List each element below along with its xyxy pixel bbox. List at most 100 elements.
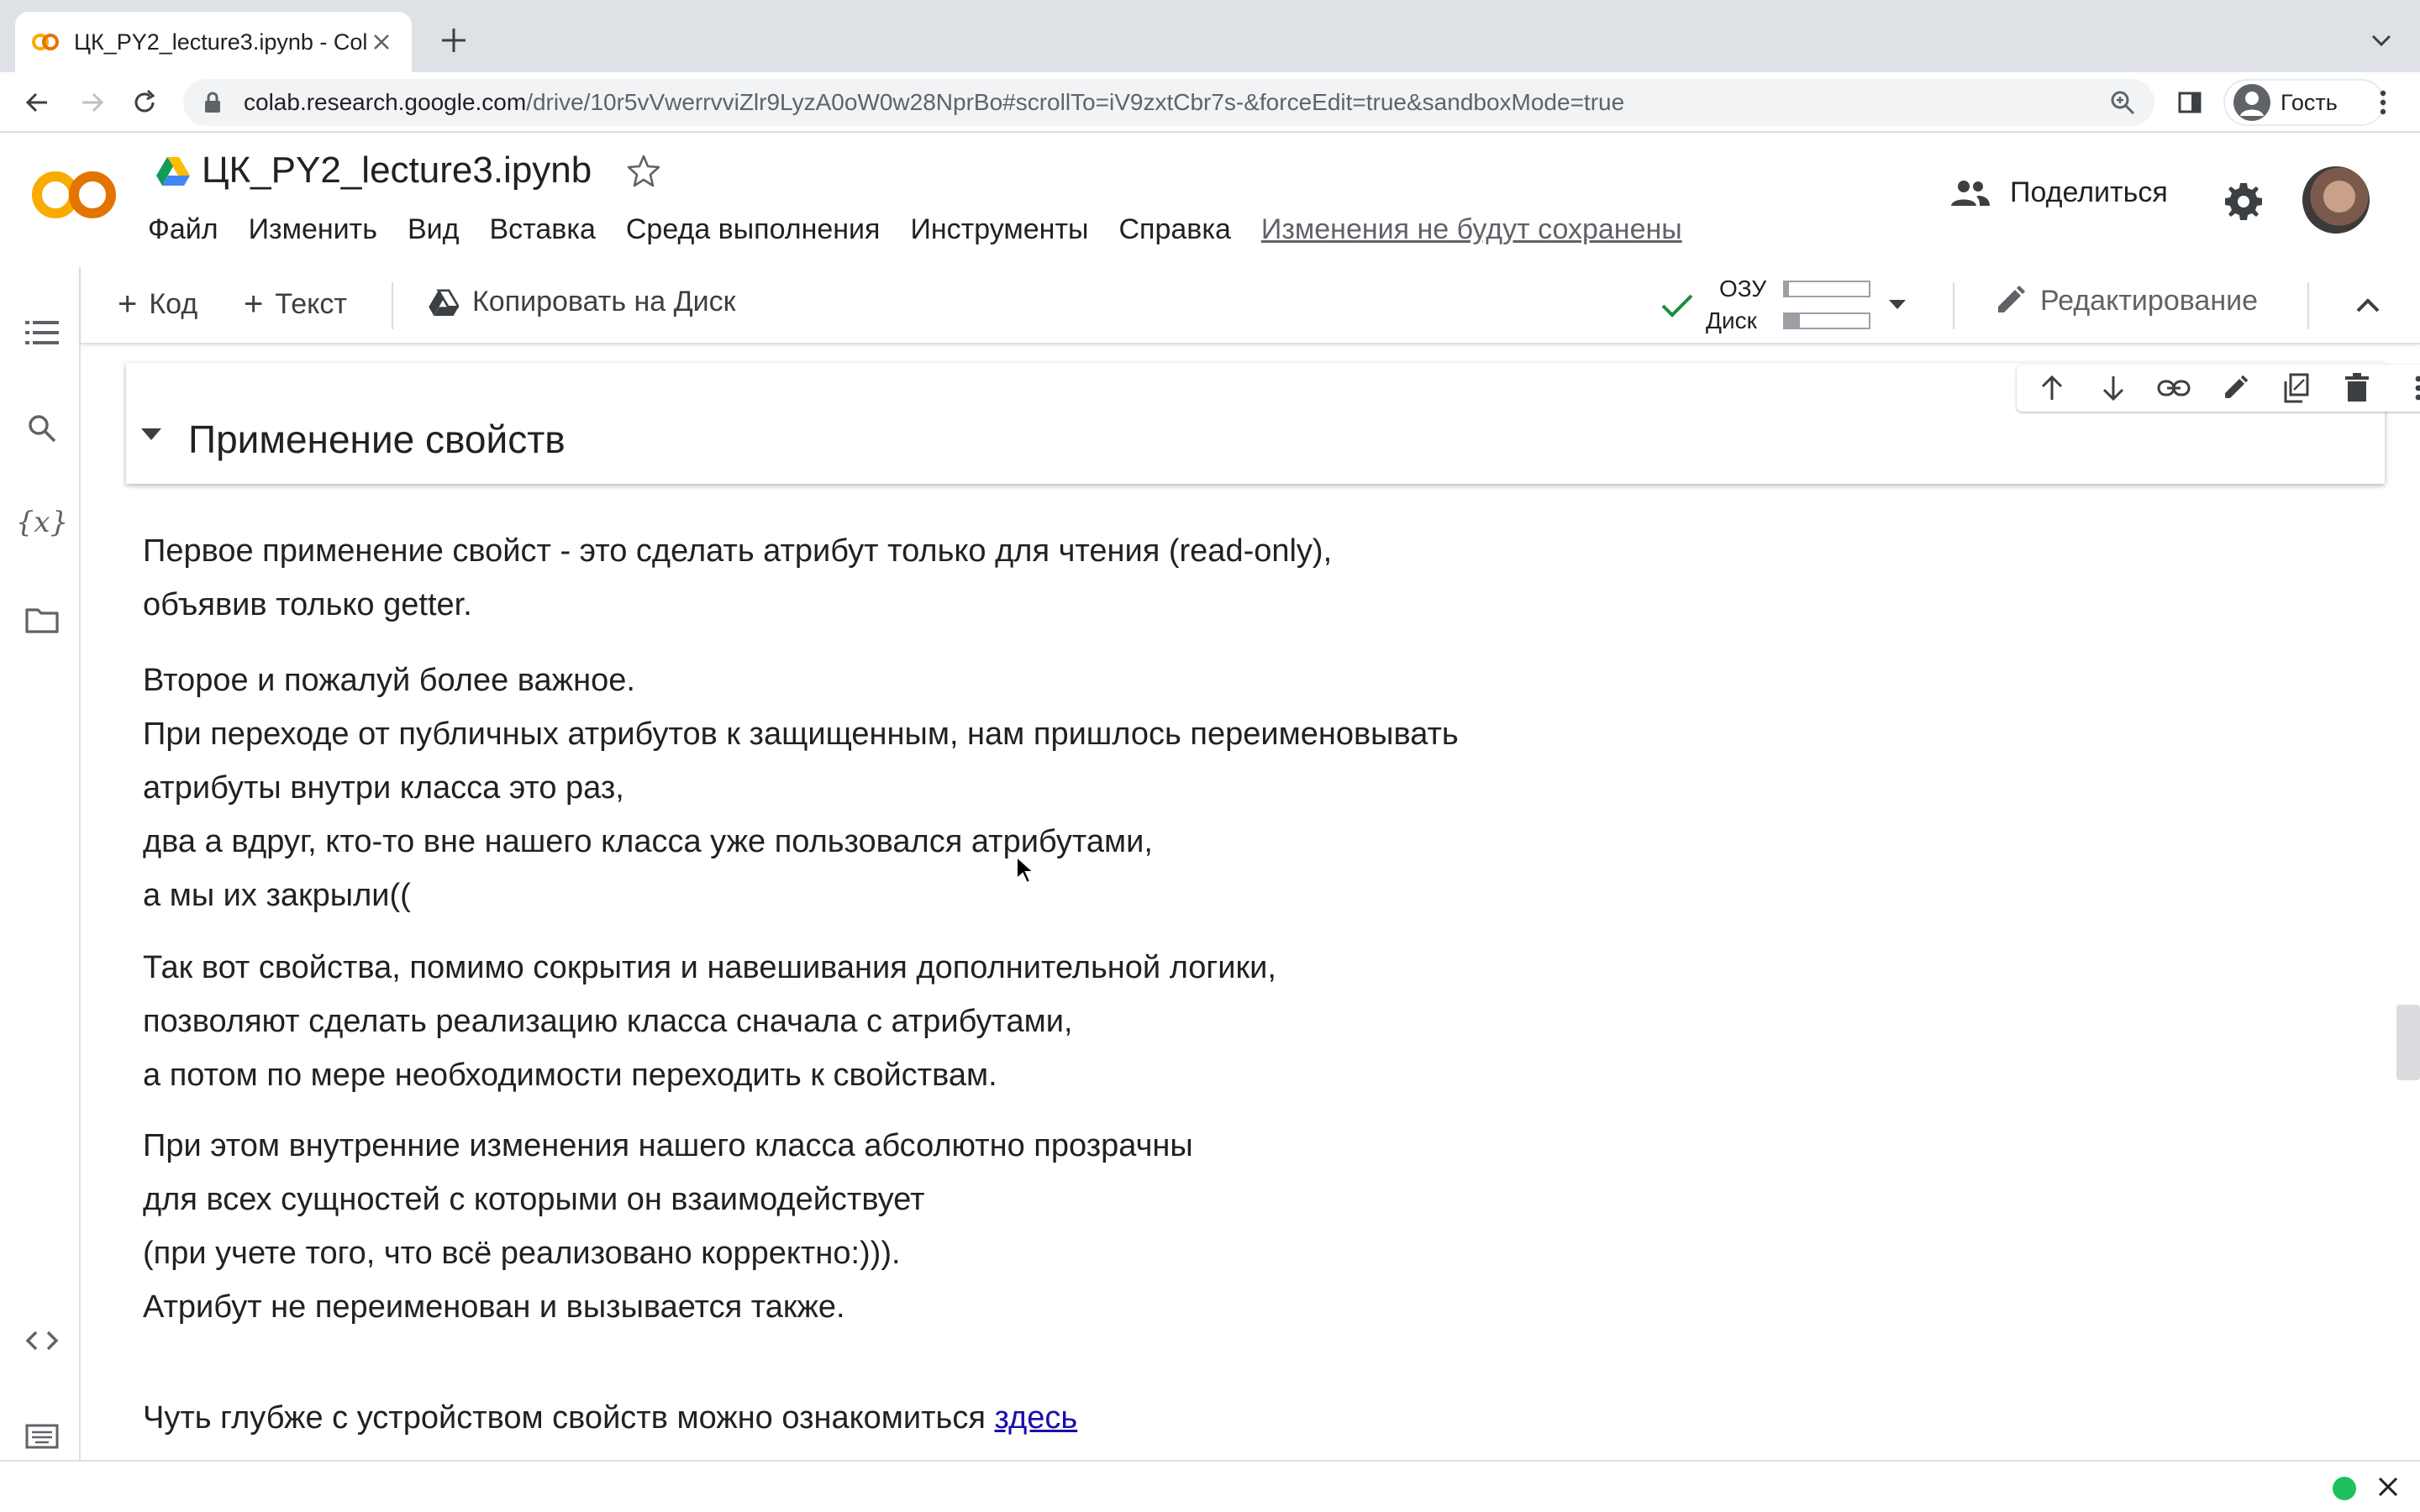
guest-avatar-icon xyxy=(2233,84,2270,121)
table-of-contents-icon[interactable] xyxy=(24,314,60,351)
notebook-title-row: ЦК_PY2_lecture3.ipynb xyxy=(156,150,662,192)
back-arrow-icon[interactable] xyxy=(20,86,54,119)
browser-tab[interactable]: ЦК_PY2_lecture3.ipynb - Cola xyxy=(15,12,412,72)
drive-icon xyxy=(429,288,461,316)
cell-toolbar xyxy=(2017,365,2420,412)
status-bar xyxy=(0,1460,2420,1512)
new-tab-button[interactable] xyxy=(435,22,472,59)
settings-gear-icon[interactable] xyxy=(2222,180,2265,223)
plus-icon: + xyxy=(118,286,138,323)
section-collapse-icon[interactable] xyxy=(141,428,161,440)
people-icon xyxy=(1949,179,1991,207)
forward-arrow-icon[interactable] xyxy=(76,86,109,119)
menu-tools[interactable]: Инструменты xyxy=(910,213,1088,246)
text-line: а потом по мере необходимости переходить… xyxy=(143,1058,997,1093)
tab-search-chevron-icon[interactable] xyxy=(2366,25,2396,55)
text-line: два а вдруг, кто-то вне нашего класса уж… xyxy=(143,824,1153,859)
mouse-cursor-icon xyxy=(1015,854,1036,885)
google-drive-icon[interactable] xyxy=(156,155,190,186)
left-sidebar: {𝑥} xyxy=(0,267,81,1460)
ram-usage-fill xyxy=(1785,282,1789,296)
resources-dropdown-icon[interactable] xyxy=(1887,297,1907,311)
add-code-label: Код xyxy=(149,288,198,320)
paragraph-1: Первое применение свойст - это сделать а… xyxy=(143,524,1332,632)
profile-label: Гость xyxy=(2281,89,2338,115)
variables-icon[interactable]: {𝑥} xyxy=(16,504,68,541)
colab-logo[interactable] xyxy=(30,168,118,222)
share-button[interactable]: Поделиться xyxy=(1949,176,2168,209)
colab-header: ЦК_PY2_lecture3.ipynb Файл Изменить Вид … xyxy=(0,133,2420,267)
add-code-cell-button[interactable]: + Код xyxy=(118,286,197,323)
address-bar[interactable]: colab.research.google.com/drive/10r5vVwe… xyxy=(183,79,2154,126)
lock-icon[interactable] xyxy=(200,90,225,115)
menu-help[interactable]: Справка xyxy=(1118,213,1230,246)
toolbar-divider xyxy=(1953,282,1954,329)
command-palette-icon[interactable] xyxy=(24,1418,60,1455)
here-link[interactable]: здесь xyxy=(995,1400,1078,1436)
scrollbar-thumb[interactable] xyxy=(2396,1005,2420,1080)
menu-insert[interactable]: Вставка xyxy=(489,213,595,246)
toolbar-divider xyxy=(392,282,393,329)
text-line: Атрибут не переименован и вызывается так… xyxy=(143,1289,845,1325)
text-line: При этом внутренние изменения нашего кла… xyxy=(143,1128,1193,1163)
edit-mode-button[interactable]: Редактирование xyxy=(1993,284,2258,318)
runtime-status-indicator[interactable] xyxy=(2333,1477,2356,1500)
zoom-icon[interactable] xyxy=(2107,87,2138,118)
colab-favicon-icon xyxy=(32,33,59,51)
menu-bar: Файл Изменить Вид Вставка Среда выполнен… xyxy=(148,213,1682,246)
section-heading: Применение свойств xyxy=(188,417,566,461)
pencil-icon xyxy=(1993,284,2027,318)
copy-to-drive-button[interactable]: Копировать на Диск xyxy=(429,286,736,318)
disk-usage-fill xyxy=(1785,314,1800,328)
browser-toolbar: colab.research.google.com/drive/10r5vVwe… xyxy=(0,72,2420,133)
close-status-icon[interactable] xyxy=(2375,1473,2402,1500)
resource-monitor[interactable]: ОЗУ Диск xyxy=(1660,276,1906,336)
add-text-cell-button[interactable]: + Текст xyxy=(244,286,347,323)
search-icon[interactable] xyxy=(24,410,60,447)
text-line: Так вот свойства, помимо сокрытия и наве… xyxy=(143,950,1276,985)
move-down-icon[interactable] xyxy=(2095,370,2132,407)
paragraph-5: Чуть глубже с устройством свойств можно … xyxy=(143,1391,1077,1445)
move-up-icon[interactable] xyxy=(2033,370,2070,407)
tab-close-icon[interactable] xyxy=(368,29,395,55)
text-line: атрибуты внутри класса это раз, xyxy=(143,770,624,806)
mirror-cell-icon[interactable] xyxy=(2278,370,2315,407)
star-icon[interactable] xyxy=(625,152,662,189)
disk-usage-bar xyxy=(1783,312,1870,329)
browser-menu-icon[interactable] xyxy=(2366,86,2400,119)
notebook-title[interactable]: ЦК_PY2_lecture3.ipynb xyxy=(202,150,592,192)
reload-icon[interactable] xyxy=(128,86,161,119)
text-line: (при учете того, что всё реализовано кор… xyxy=(143,1236,901,1271)
text-line: для всех сущностей с которыми он взаимод… xyxy=(143,1182,925,1217)
reference-text: Чуть глубже с устройством свойств можно … xyxy=(143,1400,995,1436)
menu-file[interactable]: Файл xyxy=(148,213,218,246)
url-host: colab.research.google.com xyxy=(244,89,527,115)
paragraph-4: При этом внутренние изменения нашего кла… xyxy=(143,1119,1193,1334)
notebook-toolbar: + Код + Текст Копировать на Диск ОЗУ Дис… xyxy=(81,267,2420,344)
disk-label: Диск xyxy=(1706,307,1757,333)
text-line: Чуть глубже с устройством свойств можно … xyxy=(143,1391,1077,1445)
code-snippets-icon[interactable] xyxy=(24,1322,60,1359)
unsaved-changes-notice[interactable]: Изменения не будут сохранены xyxy=(1261,213,1682,246)
notebook-content: Применение свойств Первое применение сво… xyxy=(81,344,2420,1460)
collapse-header-chevron-icon[interactable] xyxy=(2348,286,2388,326)
edit-cell-pencil-icon[interactable] xyxy=(2217,370,2254,407)
text-line: При переходе от публичных атрибутов к за… xyxy=(143,717,1459,752)
tab-title: ЦК_PY2_lecture3.ipynb - Cola xyxy=(74,29,368,55)
paragraph-3: Так вот свойства, помимо сокрытия и наве… xyxy=(143,941,1276,1102)
text-line: объявив только getter. xyxy=(143,587,472,622)
edit-mode-label: Редактирование xyxy=(2040,284,2259,317)
profile-button[interactable]: Гость xyxy=(2223,79,2385,126)
side-panel-icon[interactable] xyxy=(2173,86,2207,119)
menu-view[interactable]: Вид xyxy=(408,213,460,246)
files-folder-icon[interactable] xyxy=(24,601,60,638)
menu-edit[interactable]: Изменить xyxy=(249,213,377,246)
link-icon[interactable] xyxy=(2155,370,2192,407)
delete-trash-icon[interactable] xyxy=(2338,370,2375,407)
url-text: colab.research.google.com/drive/10r5vVwe… xyxy=(244,89,2107,116)
menu-runtime[interactable]: Среда выполнения xyxy=(626,213,881,246)
heading-cell[interactable]: Применение свойств xyxy=(126,363,2420,484)
ram-usage-bar xyxy=(1783,281,1870,297)
more-options-icon[interactable] xyxy=(2400,370,2420,407)
user-avatar[interactable] xyxy=(2302,166,2370,234)
